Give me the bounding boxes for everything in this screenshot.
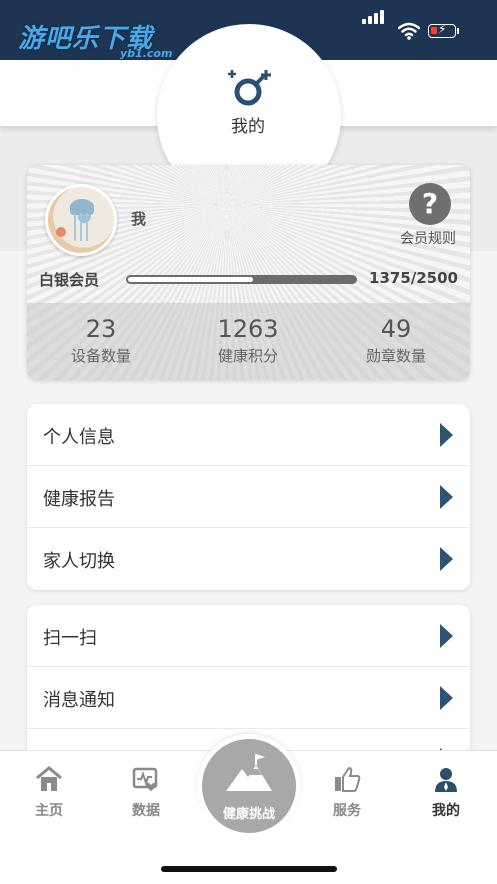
menu-item-label: 健康报告: [43, 489, 115, 510]
menu-item-label: 家人切换: [43, 551, 115, 572]
stat-label: 健康积分: [217, 347, 278, 365]
menu-item-switch-family[interactable]: 家人切换: [27, 528, 470, 590]
member-level: 白银会员: [39, 271, 100, 289]
menu-item-label: 消息通知: [43, 690, 115, 711]
avatar[interactable]: [45, 184, 117, 256]
battery-cap: [457, 28, 459, 34]
menu-item-label: 扫一扫: [43, 628, 97, 649]
chevron-right-icon: [440, 547, 453, 571]
stat-health-points[interactable]: 1263 健康积分: [174, 303, 322, 366]
stat-value: 1263: [217, 315, 279, 343]
mountain-flag-icon: [226, 754, 272, 791]
username: 我: [131, 210, 147, 228]
watermark-sub: yb1.com: [120, 47, 173, 60]
thumbs-up-icon: [335, 766, 361, 792]
level-progress-fill: [128, 277, 253, 282]
battery-icon: ⚡: [428, 22, 456, 38]
stat-medals[interactable]: 49 勋章数量: [322, 303, 470, 366]
user-icon: [435, 768, 457, 792]
chevron-right-icon: [440, 485, 453, 509]
menu-item-scan[interactable]: 扫一扫: [27, 605, 470, 667]
menu-item-health-report[interactable]: 健康报告: [27, 466, 470, 528]
page-title: 我的: [231, 117, 265, 137]
stat-label: 设备数量: [70, 347, 131, 365]
stat-label: 勋章数量: [365, 347, 426, 365]
tab-label: 服务: [333, 803, 361, 819]
gender-symbol-icon: [228, 70, 271, 106]
stat-value: 23: [85, 315, 117, 343]
data-monitor-icon: [132, 767, 158, 791]
menu-item-label: 个人信息: [43, 427, 115, 448]
tab-label: 我的: [432, 803, 460, 819]
stat-value: 49: [380, 315, 412, 343]
menu-item-notifications[interactable]: 消息通知: [27, 667, 470, 729]
tab-label: 数据: [132, 803, 160, 819]
home-indicator: [161, 866, 337, 872]
stat-devices[interactable]: 23 设备数量: [27, 303, 175, 366]
member-rules-link[interactable]: 会员规则: [393, 228, 463, 248]
wifi-icon: [398, 22, 420, 40]
tab-label: 主页: [35, 803, 63, 819]
level-progress-bar: [126, 275, 357, 284]
stats-bar: 23 设备数量 1263 健康积分 49 勋章数量: [27, 303, 470, 380]
chevron-right-icon: [440, 624, 453, 648]
chevron-right-icon: [440, 423, 453, 447]
home-icon: [36, 766, 62, 791]
menu-item-personal-info[interactable]: 个人信息: [27, 404, 470, 466]
profile-card: 我 ? 会员规则 白银会员 1375/2500 23 设备数量 1263 健康积…: [27, 165, 470, 380]
menu-group-1: 个人信息 健康报告 家人切换: [27, 404, 470, 590]
question-icon[interactable]: ?: [409, 183, 451, 225]
chevron-right-icon: [440, 686, 453, 710]
health-challenge-label: 健康挑战: [222, 807, 275, 822]
level-progress-text: 1375/2500: [369, 269, 458, 287]
